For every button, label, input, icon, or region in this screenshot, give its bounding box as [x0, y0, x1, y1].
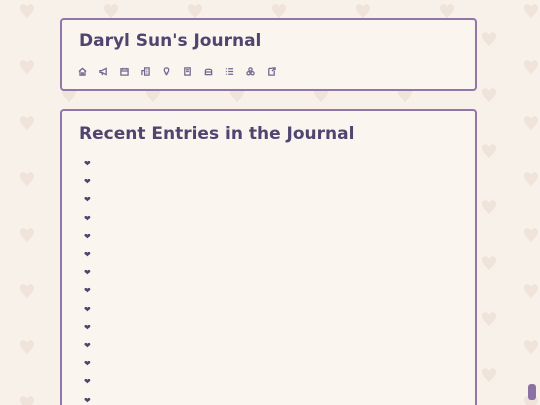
- nav-buildings[interactable]: [141, 65, 162, 77]
- heart-bullet-icon: ❤: [84, 250, 91, 260]
- archive-icon: [204, 68, 213, 75]
- heart-bullet-icon: ❤: [84, 359, 91, 369]
- megaphone-icon: [99, 66, 107, 76]
- list-item[interactable]: ❤: [84, 282, 97, 300]
- list-item[interactable]: ❤: [84, 246, 97, 264]
- site-title[interactable]: Daryl Sun's Journal: [79, 31, 261, 51]
- shapes-icon: [246, 66, 255, 76]
- nav-external[interactable]: [267, 65, 288, 77]
- buildings-icon: [141, 66, 150, 76]
- nav-home[interactable]: [78, 65, 99, 77]
- list-item[interactable]: ❤: [84, 373, 97, 391]
- heart-bullet-icon: ❤: [84, 322, 91, 332]
- list-item[interactable]: ❤: [84, 155, 97, 173]
- heart-bullet-icon: ❤: [84, 286, 91, 296]
- calendar-icon: [120, 67, 129, 76]
- list-item[interactable]: ❤: [84, 210, 97, 228]
- heart-bullet-icon: ❤: [84, 340, 91, 350]
- heart-bullet-icon: ❤: [84, 395, 91, 405]
- heart-bullet-icon: ❤: [84, 231, 91, 241]
- list-item[interactable]: ❤: [84, 301, 97, 319]
- recent-entries-panel: Recent Entries in the Journal ❤ ❤ ❤ ❤ ❤ ❤ ❤ ❤ ❤ ❤…: [60, 109, 477, 405]
- home-icon: [78, 67, 87, 76]
- nav-list[interactable]: [225, 65, 246, 77]
- list-item[interactable]: ❤: [84, 391, 97, 405]
- nav-icon-bar: [78, 65, 288, 77]
- nav-book[interactable]: [183, 65, 204, 77]
- recent-entries-heading: Recent Entries in the Journal: [79, 124, 355, 144]
- list-icon: [225, 67, 234, 75]
- external-page-icon: [268, 66, 276, 76]
- list-item[interactable]: ❤: [84, 337, 97, 355]
- heart-bullet-icon: ❤: [84, 213, 91, 223]
- list-item[interactable]: ❤: [84, 355, 97, 373]
- heart-bullet-icon: ❤: [84, 177, 91, 187]
- lightbulb-icon: [163, 66, 170, 75]
- heart-bullet-icon: ❤: [84, 268, 91, 278]
- nav-announcements[interactable]: [99, 65, 120, 77]
- entry-list: ❤ ❤ ❤ ❤ ❤ ❤ ❤ ❤ ❤ ❤ ❤ ❤ ❤ ❤: [84, 155, 97, 405]
- list-item[interactable]: ❤: [84, 173, 97, 191]
- nav-archive[interactable]: [204, 65, 225, 77]
- header-panel: Daryl Sun's Journal: [60, 18, 477, 91]
- book-icon: [184, 66, 191, 76]
- list-item[interactable]: ❤: [84, 191, 97, 209]
- nav-ideas[interactable]: [162, 65, 183, 77]
- nav-calendar[interactable]: [120, 65, 141, 77]
- list-item[interactable]: ❤: [84, 319, 97, 337]
- list-item[interactable]: ❤: [84, 264, 97, 282]
- heart-bullet-icon: ❤: [84, 304, 91, 314]
- heart-bullet-icon: ❤: [84, 159, 91, 169]
- heart-bullet-icon: ❤: [84, 195, 91, 205]
- heart-bullet-icon: ❤: [84, 377, 91, 387]
- nav-shapes[interactable]: [246, 65, 267, 77]
- scrollbar-thumb[interactable]: [528, 384, 536, 400]
- list-item[interactable]: ❤: [84, 228, 97, 246]
